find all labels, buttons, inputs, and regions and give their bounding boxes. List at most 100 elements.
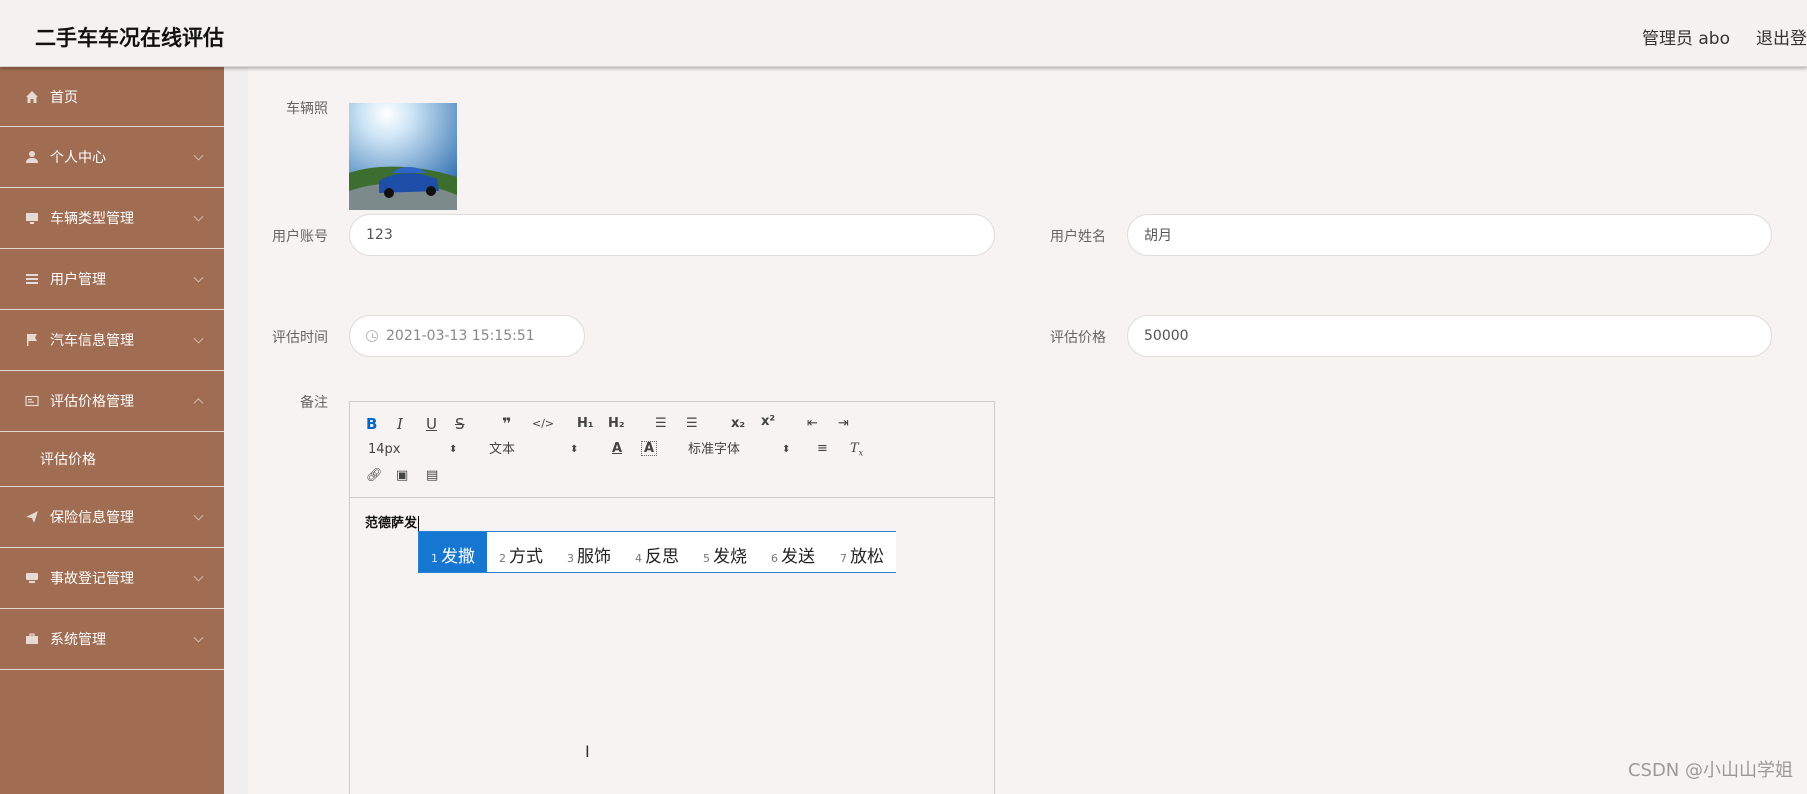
sidebar-subitem-price[interactable]: 评估价格: [0, 432, 224, 487]
name-value: 胡月: [1144, 228, 1172, 244]
price-value: 50000: [1144, 328, 1189, 344]
vehicle-photo[interactable]: [349, 103, 457, 210]
logout-link[interactable]: 退出登: [1756, 29, 1807, 49]
strikethrough-icon[interactable]: S: [455, 416, 465, 432]
main-content: 车辆照 用户账号 123 用户姓名 胡月 评估时间 2021-03-13 15:…: [248, 67, 1807, 794]
align-icon[interactable]: ≡: [817, 441, 828, 457]
font-size-select[interactable]: 14px: [368, 442, 401, 458]
admin-user-label[interactable]: 管理员 abo: [1642, 29, 1730, 49]
ime-candidate[interactable]: 6 发送: [759, 532, 827, 572]
time-picker[interactable]: 2021-03-13 15:15:51: [349, 315, 585, 357]
subscript-icon[interactable]: x₂: [731, 416, 745, 432]
font-color-icon[interactable]: A: [612, 441, 622, 457]
sidebar-item-label: 评估价格管理: [50, 394, 134, 410]
ime-candidate[interactable]: 3 服饰: [555, 532, 623, 572]
link-icon[interactable]: 🔗︎: [366, 468, 383, 484]
send-icon: [24, 509, 40, 525]
outdent-icon[interactable]: ⇤: [807, 416, 818, 432]
sidebar-item-system[interactable]: 系统管理: [0, 609, 224, 670]
blockquote-icon[interactable]: ❞: [502, 416, 511, 432]
ime-candidate[interactable]: 5 发烧: [691, 532, 759, 572]
header-user-area: 管理员 abo 退出登: [1616, 24, 1807, 49]
indent-icon[interactable]: ⇥: [838, 416, 849, 432]
sidebar-item-label: 事故登记管理: [50, 571, 134, 587]
sidebar-item-label: 汽车信息管理: [50, 333, 134, 349]
sidebar-item-user-management[interactable]: 用户管理: [0, 249, 224, 310]
bold-icon[interactable]: B: [366, 416, 377, 432]
price-input[interactable]: 50000: [1127, 315, 1772, 357]
account-input[interactable]: 123: [349, 214, 995, 256]
chevron-down-icon: [193, 150, 204, 161]
id-card-icon: [24, 393, 40, 409]
watermark: CSDN @小山山学姐: [1627, 760, 1793, 781]
photo-label: 车辆照: [286, 101, 328, 117]
text-caret: [418, 516, 420, 531]
sidebar-item-car-info[interactable]: 汽车信息管理: [0, 310, 224, 371]
text-style-arrows-icon: ⬍: [570, 444, 579, 455]
sidebar-item-personal-center[interactable]: 个人中心: [0, 127, 224, 188]
code-icon[interactable]: </>: [532, 416, 554, 432]
video-icon[interactable]: ▤: [426, 468, 438, 484]
time-label: 评估时间: [272, 330, 328, 346]
clock-icon: [366, 330, 378, 342]
account-label: 用户账号: [272, 229, 328, 245]
sidebar-item-home[interactable]: 首页: [0, 67, 224, 127]
ordered-list-icon[interactable]: ☰: [655, 416, 667, 432]
name-input[interactable]: 胡月: [1127, 214, 1772, 256]
ime-candidate-bar: 1 发撒 2 方式 3 服饰 4 反思 5 发烧 6 发送 7 放松: [418, 531, 896, 573]
chevron-down-icon: [193, 510, 204, 521]
home-icon: [24, 89, 40, 105]
time-value: 2021-03-13 15:15:51: [386, 328, 535, 344]
chevron-down-icon: [193, 272, 204, 283]
sidebar-item-label: 车辆类型管理: [50, 211, 134, 227]
sidebar-item-price-management[interactable]: 评估价格管理: [0, 371, 224, 432]
heading2-icon[interactable]: H₂: [608, 416, 625, 432]
background-color-icon[interactable]: A: [641, 441, 658, 456]
text-style-select[interactable]: 文本: [489, 442, 515, 458]
clear-format-icon[interactable]: Tx: [850, 441, 863, 462]
sidebar-item-label: 首页: [50, 89, 78, 106]
list-icon: [24, 271, 40, 287]
sidebar-item-accident[interactable]: 事故登记管理: [0, 548, 224, 609]
monitor-icon: [24, 210, 40, 226]
editor-text: 范德萨发: [365, 516, 418, 531]
superscript-icon[interactable]: x²: [761, 414, 775, 430]
sidebar-item-label: 系统管理: [50, 632, 106, 648]
sidebar-item-vehicle-type[interactable]: 车辆类型管理: [0, 188, 224, 249]
sidebar: 首页 个人中心 车辆类型管理 用户管理 汽车信息管理 评估价格管理 评估价格 保…: [0, 67, 224, 794]
chevron-down-icon: [193, 632, 204, 643]
price-label: 评估价格: [1050, 330, 1106, 346]
heading1-icon[interactable]: H₁: [577, 416, 594, 432]
sidebar-item-insurance[interactable]: 保险信息管理: [0, 487, 224, 548]
chevron-up-icon: [193, 398, 204, 409]
user-icon: [24, 149, 40, 165]
chevron-down-icon: [193, 571, 204, 582]
top-header: 二手车车况在线评估 管理员 abo 退出登: [0, 0, 1807, 67]
app-title: 二手车车况在线评估: [35, 26, 224, 50]
ime-candidate[interactable]: 1 发撒: [419, 532, 487, 572]
note-label: 备注: [300, 395, 328, 411]
ime-candidate[interactable]: 7 放松: [827, 532, 896, 572]
sidebar-item-label: 个人中心: [50, 150, 106, 166]
chevron-down-icon: [193, 211, 204, 222]
font-size-arrows-icon: ⬍: [449, 444, 458, 455]
flag-icon: [24, 332, 40, 348]
account-value: 123: [366, 227, 393, 243]
ime-candidate[interactable]: 4 反思: [623, 532, 691, 572]
font-family-select[interactable]: 标准字体: [688, 442, 740, 458]
bullet-list-icon[interactable]: ☰: [686, 416, 698, 432]
italic-icon[interactable]: I: [397, 416, 403, 432]
ime-candidate[interactable]: 2 方式: [487, 532, 555, 572]
chevron-down-icon: [193, 333, 204, 344]
rich-text-editor[interactable]: B I U S ❞ </> H₁ H₂ ☰ ☰ x₂ x² ⇤ ⇥ 14px ⬍…: [349, 401, 995, 794]
image-icon[interactable]: ▣: [396, 468, 408, 484]
briefcase-icon: [24, 631, 40, 647]
content-gutter: [224, 67, 248, 794]
text-cursor-icon: I: [585, 742, 590, 761]
editor-toolbar: B I U S ❞ </> H₁ H₂ ☰ ☰ x₂ x² ⇤ ⇥ 14px ⬍…: [350, 402, 994, 498]
font-family-arrows-icon: ⬍: [782, 444, 791, 455]
sidebar-subitem-label: 评估价格: [40, 452, 96, 468]
sidebar-item-label: 用户管理: [50, 272, 106, 288]
database-icon: [24, 570, 40, 586]
underline-icon[interactable]: U: [426, 416, 437, 432]
